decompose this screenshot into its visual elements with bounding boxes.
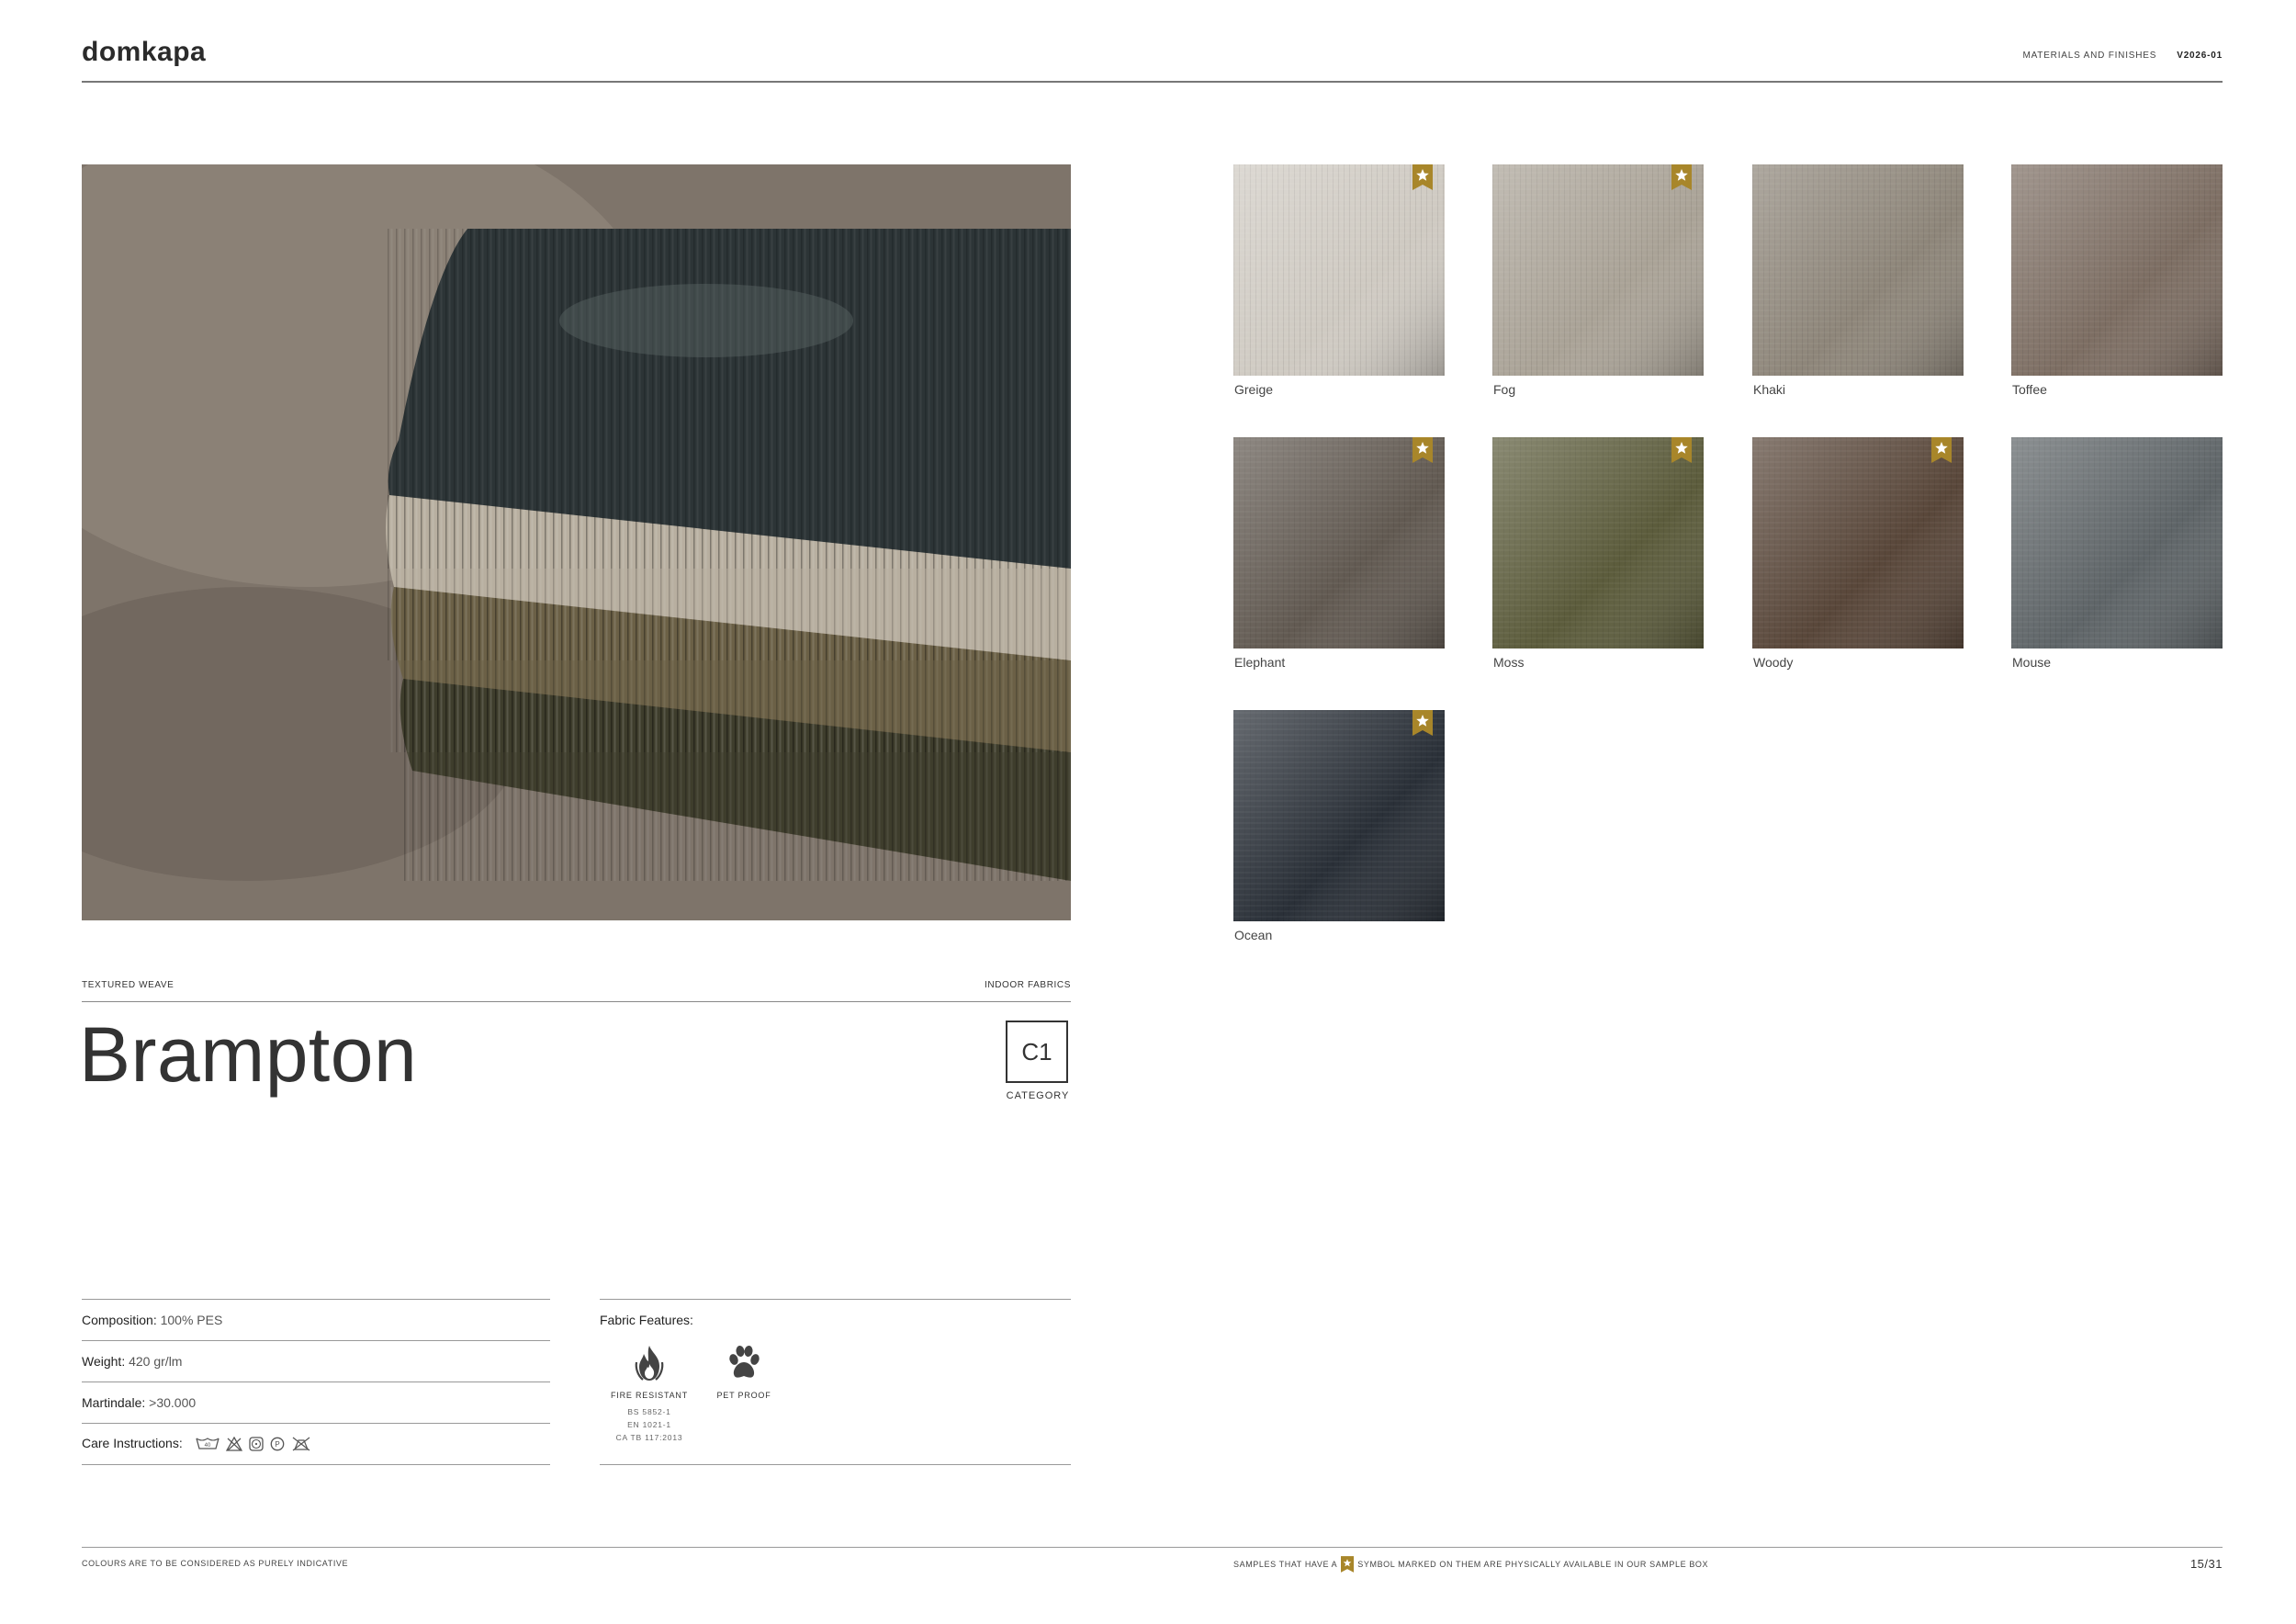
martindale-value: >30.000: [149, 1395, 197, 1410]
sample-star-badge-icon: [1412, 437, 1433, 463]
header-divider: [82, 81, 2223, 83]
fabric-texture: [1752, 437, 1964, 648]
sample-note-start: SAMPLES THAT HAVE A: [1233, 1560, 1338, 1569]
spec-composition: Composition: 100% PES: [82, 1313, 222, 1327]
swatch-name: Elephant: [1234, 655, 1286, 670]
swatch-name: Woody: [1753, 655, 1794, 670]
features-divider: [600, 1299, 1071, 1300]
fabric-texture: [1492, 164, 1704, 376]
swatch-tile[interactable]: [1752, 437, 1964, 648]
version-label: V2026-01: [2177, 51, 2223, 61]
norm-line: BS 5852-1: [627, 1407, 671, 1416]
footer-sample-note: SAMPLES THAT HAVE A SYMBOL MARKED ON THE…: [1233, 1556, 1708, 1573]
care-icon-group: 40 P: [195, 1437, 311, 1451]
tumble-dry-low-icon: [248, 1437, 264, 1451]
spec-weight: Weight: 420 gr/lm: [82, 1354, 182, 1369]
fabric-texture: [1233, 437, 1445, 648]
sample-star-badge-icon: [1412, 710, 1433, 736]
fabric-texture: [2011, 437, 2223, 648]
fabric-texture: [1492, 437, 1704, 648]
flame-icon: [635, 1346, 664, 1381]
footer-divider: [82, 1547, 2223, 1548]
svg-text:P: P: [275, 1440, 279, 1449]
swatch-tile[interactable]: [2011, 164, 2223, 376]
star-badge-icon: [1341, 1556, 1355, 1573]
hand-wash-icon: 40: [195, 1438, 219, 1449]
footer-disclaimer: COLOURS ARE TO BE CONSIDERED AS PURELY I…: [82, 1559, 349, 1568]
swatch-name: Ocean: [1234, 928, 1273, 942]
sample-star-badge-icon: [1931, 437, 1952, 463]
care-label: Care Instructions:: [82, 1436, 183, 1450]
composition-label: Composition:: [82, 1313, 157, 1327]
sample-star-badge-icon: [1671, 164, 1692, 190]
weight-value: 420 gr/lm: [129, 1354, 183, 1369]
category-badge: C1: [1006, 1021, 1068, 1083]
swatch-name: Moss: [1493, 655, 1525, 670]
weight-label: Weight:: [82, 1354, 126, 1369]
composition-value: 100% PES: [160, 1313, 223, 1327]
fabric-texture: [1752, 164, 1964, 376]
svg-text:40: 40: [204, 1443, 210, 1449]
fabric-texture: [1233, 710, 1445, 921]
section-title: MATERIALS AND FINISHES: [2022, 51, 2157, 61]
spec-divider: [82, 1340, 550, 1341]
header-meta: MATERIALS AND FINISHES V2026-01: [2022, 51, 2223, 61]
category-code: C1: [1021, 1037, 1052, 1066]
swatch-name: Mouse: [2012, 655, 2052, 670]
swatch-tile[interactable]: [1492, 437, 1704, 648]
dry-clean-p-icon: P: [270, 1437, 284, 1451]
product-name: Brampton: [79, 1011, 418, 1098]
sample-star-badge-icon: [1412, 164, 1433, 190]
spec-martindale: Martindale: >30.000: [82, 1395, 196, 1410]
feature-norms: BS 5852-1 EN 1021-1 CA TB 117:2013: [602, 1405, 697, 1444]
features-title: Fabric Features:: [600, 1313, 693, 1327]
sample-note-end: SYMBOL MARKED ON THEM ARE PHYSICALLY AVA…: [1357, 1560, 1709, 1569]
title-divider: [82, 1001, 1071, 1002]
no-tumble-dry-icon: [292, 1437, 310, 1451]
brand-logo: domkapa: [82, 37, 207, 67]
swatch-tile[interactable]: [1233, 710, 1445, 921]
spec-divider: [82, 1423, 550, 1424]
features-divider: [600, 1464, 1071, 1465]
feature-name: PET PROOF: [716, 1391, 771, 1400]
swatch-name: Fog: [1493, 382, 1516, 397]
swatch-tile[interactable]: [1752, 164, 1964, 376]
hero-fabric-photo: [82, 164, 1071, 920]
fabric-texture: [1233, 164, 1445, 376]
swatch-tile[interactable]: [1233, 437, 1445, 648]
martindale-label: Martindale:: [82, 1395, 146, 1410]
line-label: INDOOR FABRICS: [985, 980, 1071, 990]
norm-line: CA TB 117:2013: [615, 1433, 683, 1442]
type-label: TEXTURED WEAVE: [82, 980, 174, 990]
spec-care: Care Instructions: 40 P: [82, 1436, 311, 1451]
spec-divider: [82, 1464, 550, 1465]
category-label: CATEGORY: [1006, 1090, 1070, 1101]
page-number: 15/31: [2189, 1557, 2223, 1571]
spec-divider: [82, 1299, 550, 1300]
paw-icon: [729, 1346, 760, 1378]
feature-name: FIRE RESISTANT: [610, 1391, 689, 1400]
swatch-name: Khaki: [1753, 382, 1786, 397]
fabric-texture: [2011, 164, 2223, 376]
swatch-name: Toffee: [2012, 382, 2047, 397]
swatch-tile[interactable]: [2011, 437, 2223, 648]
swatch-tile[interactable]: [1492, 164, 1704, 376]
norm-line: EN 1021-1: [627, 1420, 671, 1429]
feature-fire-resistant: FIRE RESISTANT BS 5852-1 EN 1021-1 CA TB…: [602, 1344, 697, 1444]
swatch-name: Greige: [1234, 382, 1274, 397]
swatch-tile[interactable]: [1233, 164, 1445, 376]
sample-star-badge-icon: [1671, 437, 1692, 463]
no-bleach-icon: [225, 1437, 242, 1451]
feature-pet-proof: PET PROOF: [707, 1344, 781, 1400]
